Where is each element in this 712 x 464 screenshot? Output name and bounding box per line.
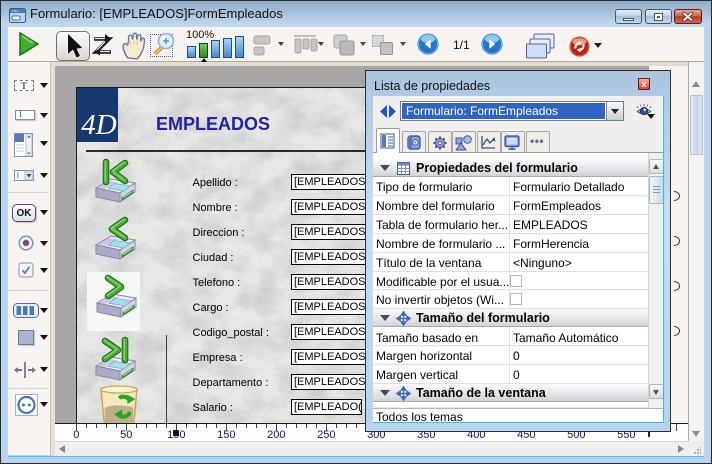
svg-text:I: I <box>17 171 20 180</box>
